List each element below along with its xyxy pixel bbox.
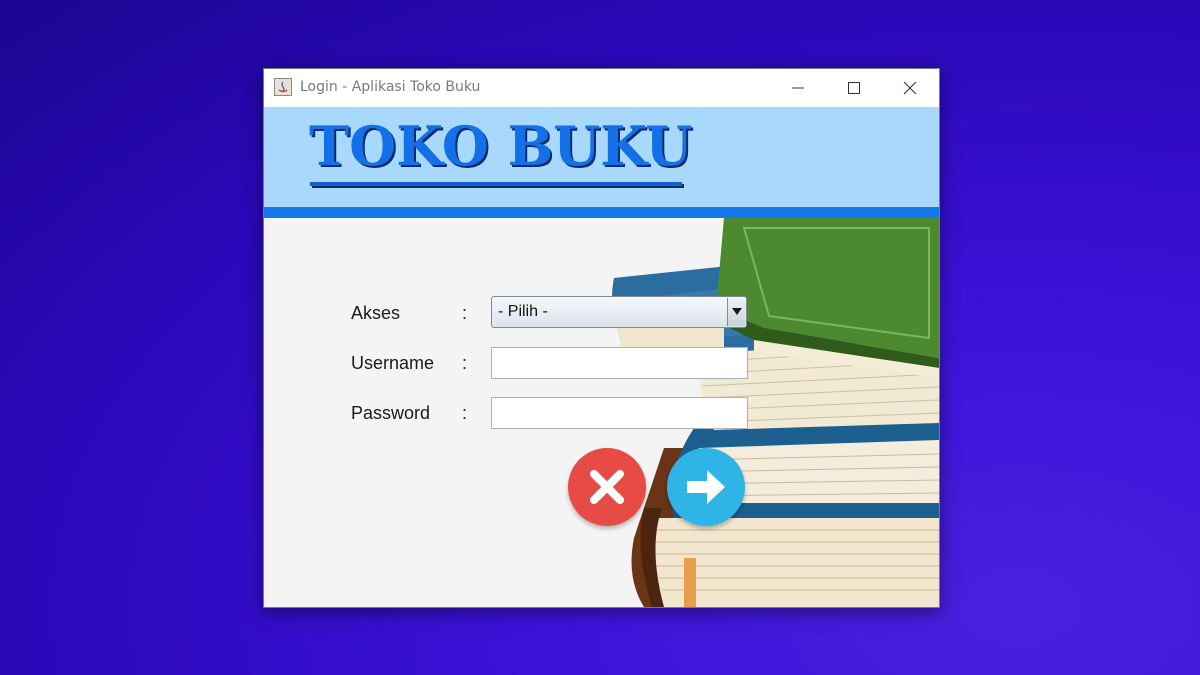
cancel-button[interactable] bbox=[568, 448, 646, 526]
java-app-icon bbox=[274, 78, 292, 96]
header-stripe bbox=[264, 207, 939, 218]
brand-title: TOKO BUKU bbox=[309, 114, 693, 178]
username-input[interactable] bbox=[491, 347, 748, 379]
close-circle-icon bbox=[590, 470, 624, 504]
username-label: Username bbox=[351, 353, 435, 373]
password-colon: : bbox=[462, 403, 468, 423]
dropdown-arrow-icon[interactable] bbox=[727, 298, 745, 326]
close-button[interactable] bbox=[882, 69, 938, 107]
arrow-right-icon bbox=[687, 470, 725, 504]
minimize-button[interactable] bbox=[770, 69, 826, 107]
akses-colon: : bbox=[462, 303, 468, 323]
akses-label: Akses bbox=[351, 303, 401, 323]
login-button[interactable] bbox=[667, 448, 745, 526]
password-input[interactable] bbox=[491, 397, 748, 429]
window-title: Login - Aplikasi Toko Buku bbox=[300, 79, 481, 95]
brand-underline bbox=[310, 182, 682, 186]
close-icon bbox=[903, 81, 917, 95]
title-bar[interactable]: Login - Aplikasi Toko Buku bbox=[264, 69, 939, 107]
minimize-icon bbox=[792, 87, 804, 89]
akses-select[interactable]: - Pilih - bbox=[491, 296, 747, 328]
password-label: Password bbox=[351, 403, 431, 423]
maximize-icon bbox=[848, 82, 860, 94]
login-window: Login - Aplikasi Toko Buku TOKO BUKU Aks… bbox=[263, 68, 940, 608]
maximize-button[interactable] bbox=[826, 69, 882, 107]
akses-selected-value: - Pilih - bbox=[498, 303, 548, 320]
username-colon: : bbox=[462, 353, 468, 373]
